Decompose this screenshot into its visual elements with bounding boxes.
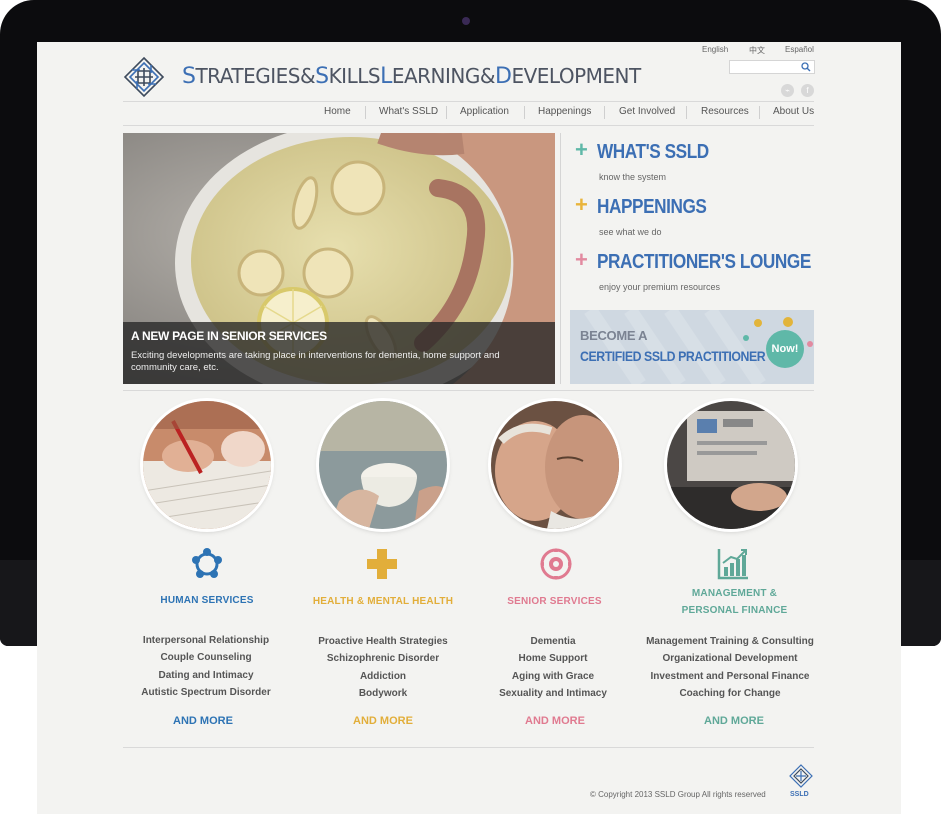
list-item[interactable]: Schizophrenic Disorder [303,650,463,667]
quick-link-subtitle: enjoy your premium resources [599,282,721,292]
list-item[interactable]: Investment and Personal Finance [640,668,820,685]
banner-line-1: BECOME A [580,328,648,343]
nav-whats-ssld[interactable]: What's SSLD [379,106,438,120]
people-circle-icon [192,548,222,578]
nav-top-rule [123,101,814,102]
camera-icon [462,17,470,25]
title-amp-1: & [299,64,316,88]
management-more-link[interactable]: AND MORE [668,715,800,727]
hero-divider [560,133,561,384]
category-title-human-services[interactable]: HUMAN SERVICES [137,592,277,609]
hero-title[interactable]: A NEW PAGE IN SENIOR SERVICES [131,329,327,343]
nav-about-us[interactable]: About Us [773,106,814,120]
category-title-senior-services[interactable]: SENIOR SERVICES [487,593,622,610]
growth-chart-icon [717,549,748,580]
list-item[interactable]: Bodywork [303,685,463,702]
senior-services-more-link[interactable]: AND MORE [489,715,621,727]
banner-line-2: CERTIFIED SSLD PRACTITIONER [580,348,766,364]
nav-separator [686,106,687,119]
lang-chinese-link[interactable]: 中文 [749,45,765,56]
footer-divider [123,747,814,748]
list-item[interactable]: Interpersonal Relationship [126,632,286,649]
facebook-icon[interactable]: f [801,84,814,97]
nav-separator [524,106,525,119]
footer-logo-icon[interactable] [789,764,813,788]
quick-links-panel: + WHAT'S SSLD know the system + HAPPENIN… [563,133,814,297]
now-badge[interactable]: Now! [766,330,804,368]
list-item[interactable]: Addiction [303,668,463,685]
list-item[interactable]: Coaching for Change [640,685,820,702]
nav-separator [759,106,760,119]
health-services-photo[interactable] [319,401,447,529]
title-amp-2: & [479,64,496,88]
category-title-line-1: MANAGEMENT & [691,588,778,599]
list-item[interactable]: Sexuality and Intimacy [483,685,623,702]
category-title-health[interactable]: HEALTH & MENTAL HEALTH [303,593,463,610]
quick-link-title[interactable]: WHAT'S SSLD [597,141,709,164]
list-item[interactable]: Proactive Health Strategies [303,633,463,650]
certified-practitioner-banner[interactable]: BECOME A CERTIFIED SSLD PRACTITIONER Now… [570,310,814,384]
nav-resources[interactable]: Resources [701,106,749,120]
quick-link-subtitle: know the system [599,172,667,182]
rss-icon[interactable]: ⌁ [781,84,794,97]
search-icon[interactable] [801,62,811,72]
nav-application[interactable]: Application [460,106,509,120]
title-word-1: STRATEGIES [182,64,300,89]
ssld-logo-icon[interactable] [123,56,165,98]
lang-english-link[interactable]: English [702,45,728,54]
nav-happenings[interactable]: Happenings [538,106,591,120]
plus-icon: + [575,137,588,162]
list-item[interactable]: Management Training & Consulting [640,633,820,650]
section-divider [123,390,814,391]
quick-link-subtitle: see what we do [599,227,662,237]
hero-slide[interactable]: A NEW PAGE IN SENIOR SERVICES Exciting d… [123,133,555,384]
list-item[interactable]: Couple Counseling [126,649,286,666]
quick-link-whats-ssld[interactable]: + WHAT'S SSLD know the system [563,139,814,191]
human-services-photo[interactable] [143,401,271,529]
website-screen: STRATEGIES & SKILLS LEARNING & DEVELOPME… [37,42,901,814]
quick-link-title[interactable]: HAPPENINGS [597,196,707,219]
title-word-2: SKILLS [315,64,381,89]
plus-cross-icon [367,549,397,579]
management-list: Management Training & Consulting Organiz… [640,633,820,702]
hero-caption: A NEW PAGE IN SENIOR SERVICES Exciting d… [123,322,555,384]
nav-separator [604,106,605,119]
nav-separator [365,106,366,119]
nav-get-involved[interactable]: Get Involved [619,106,675,120]
senior-services-list: Dementia Home Support Aging with Grace S… [483,633,623,702]
nav-bottom-rule [123,125,814,126]
health-more-link[interactable]: AND MORE [317,715,449,727]
health-list: Proactive Health Strategies Schizophreni… [303,633,463,702]
list-item[interactable]: Home Support [483,650,623,667]
category-title-management[interactable]: MANAGEMENT & PERSONAL FINANCE [657,585,812,619]
category-title-line-2: PERSONAL FINANCE [681,605,788,616]
senior-services-photo[interactable] [491,401,619,529]
list-item[interactable]: Organizational Development [640,650,820,667]
list-item[interactable]: Aging with Grace [483,668,623,685]
human-services-more-link[interactable]: AND MORE [137,715,269,727]
title-word-4: DEVELOPMENT [494,64,641,89]
lang-spanish-link[interactable]: Español [785,45,814,54]
management-finance-photo[interactable] [667,401,795,529]
hero-text: Exciting developments are taking place i… [131,350,500,373]
quick-link-title[interactable]: PRACTITIONER'S LOUNGE [597,251,811,274]
list-item[interactable]: Autistic Spectrum Disorder [126,684,286,701]
plus-icon: + [575,247,588,272]
site-title[interactable]: STRATEGIES & SKILLS LEARNING & DEVELOPME… [182,64,641,89]
list-item[interactable]: Dating and Intimacy [126,667,286,684]
quick-link-practitioners-lounge[interactable]: + PRACTITIONER'S LOUNGE enjoy your premi… [563,249,814,301]
nav-separator [446,106,447,119]
search-input[interactable] [729,60,815,74]
quick-link-happenings[interactable]: + HAPPENINGS see what we do [563,194,814,246]
nav-home[interactable]: Home [324,106,351,120]
lotus-icon [540,548,572,580]
footer-logo-label: SSLD [790,791,809,798]
copyright-text: © Copyright 2013 SSLD Group All rights r… [590,790,766,799]
title-word-3: LEARNING [380,64,480,89]
plus-icon: + [575,192,588,217]
human-services-list: Interpersonal Relationship Couple Counse… [126,632,286,701]
list-item[interactable]: Dementia [483,633,623,650]
